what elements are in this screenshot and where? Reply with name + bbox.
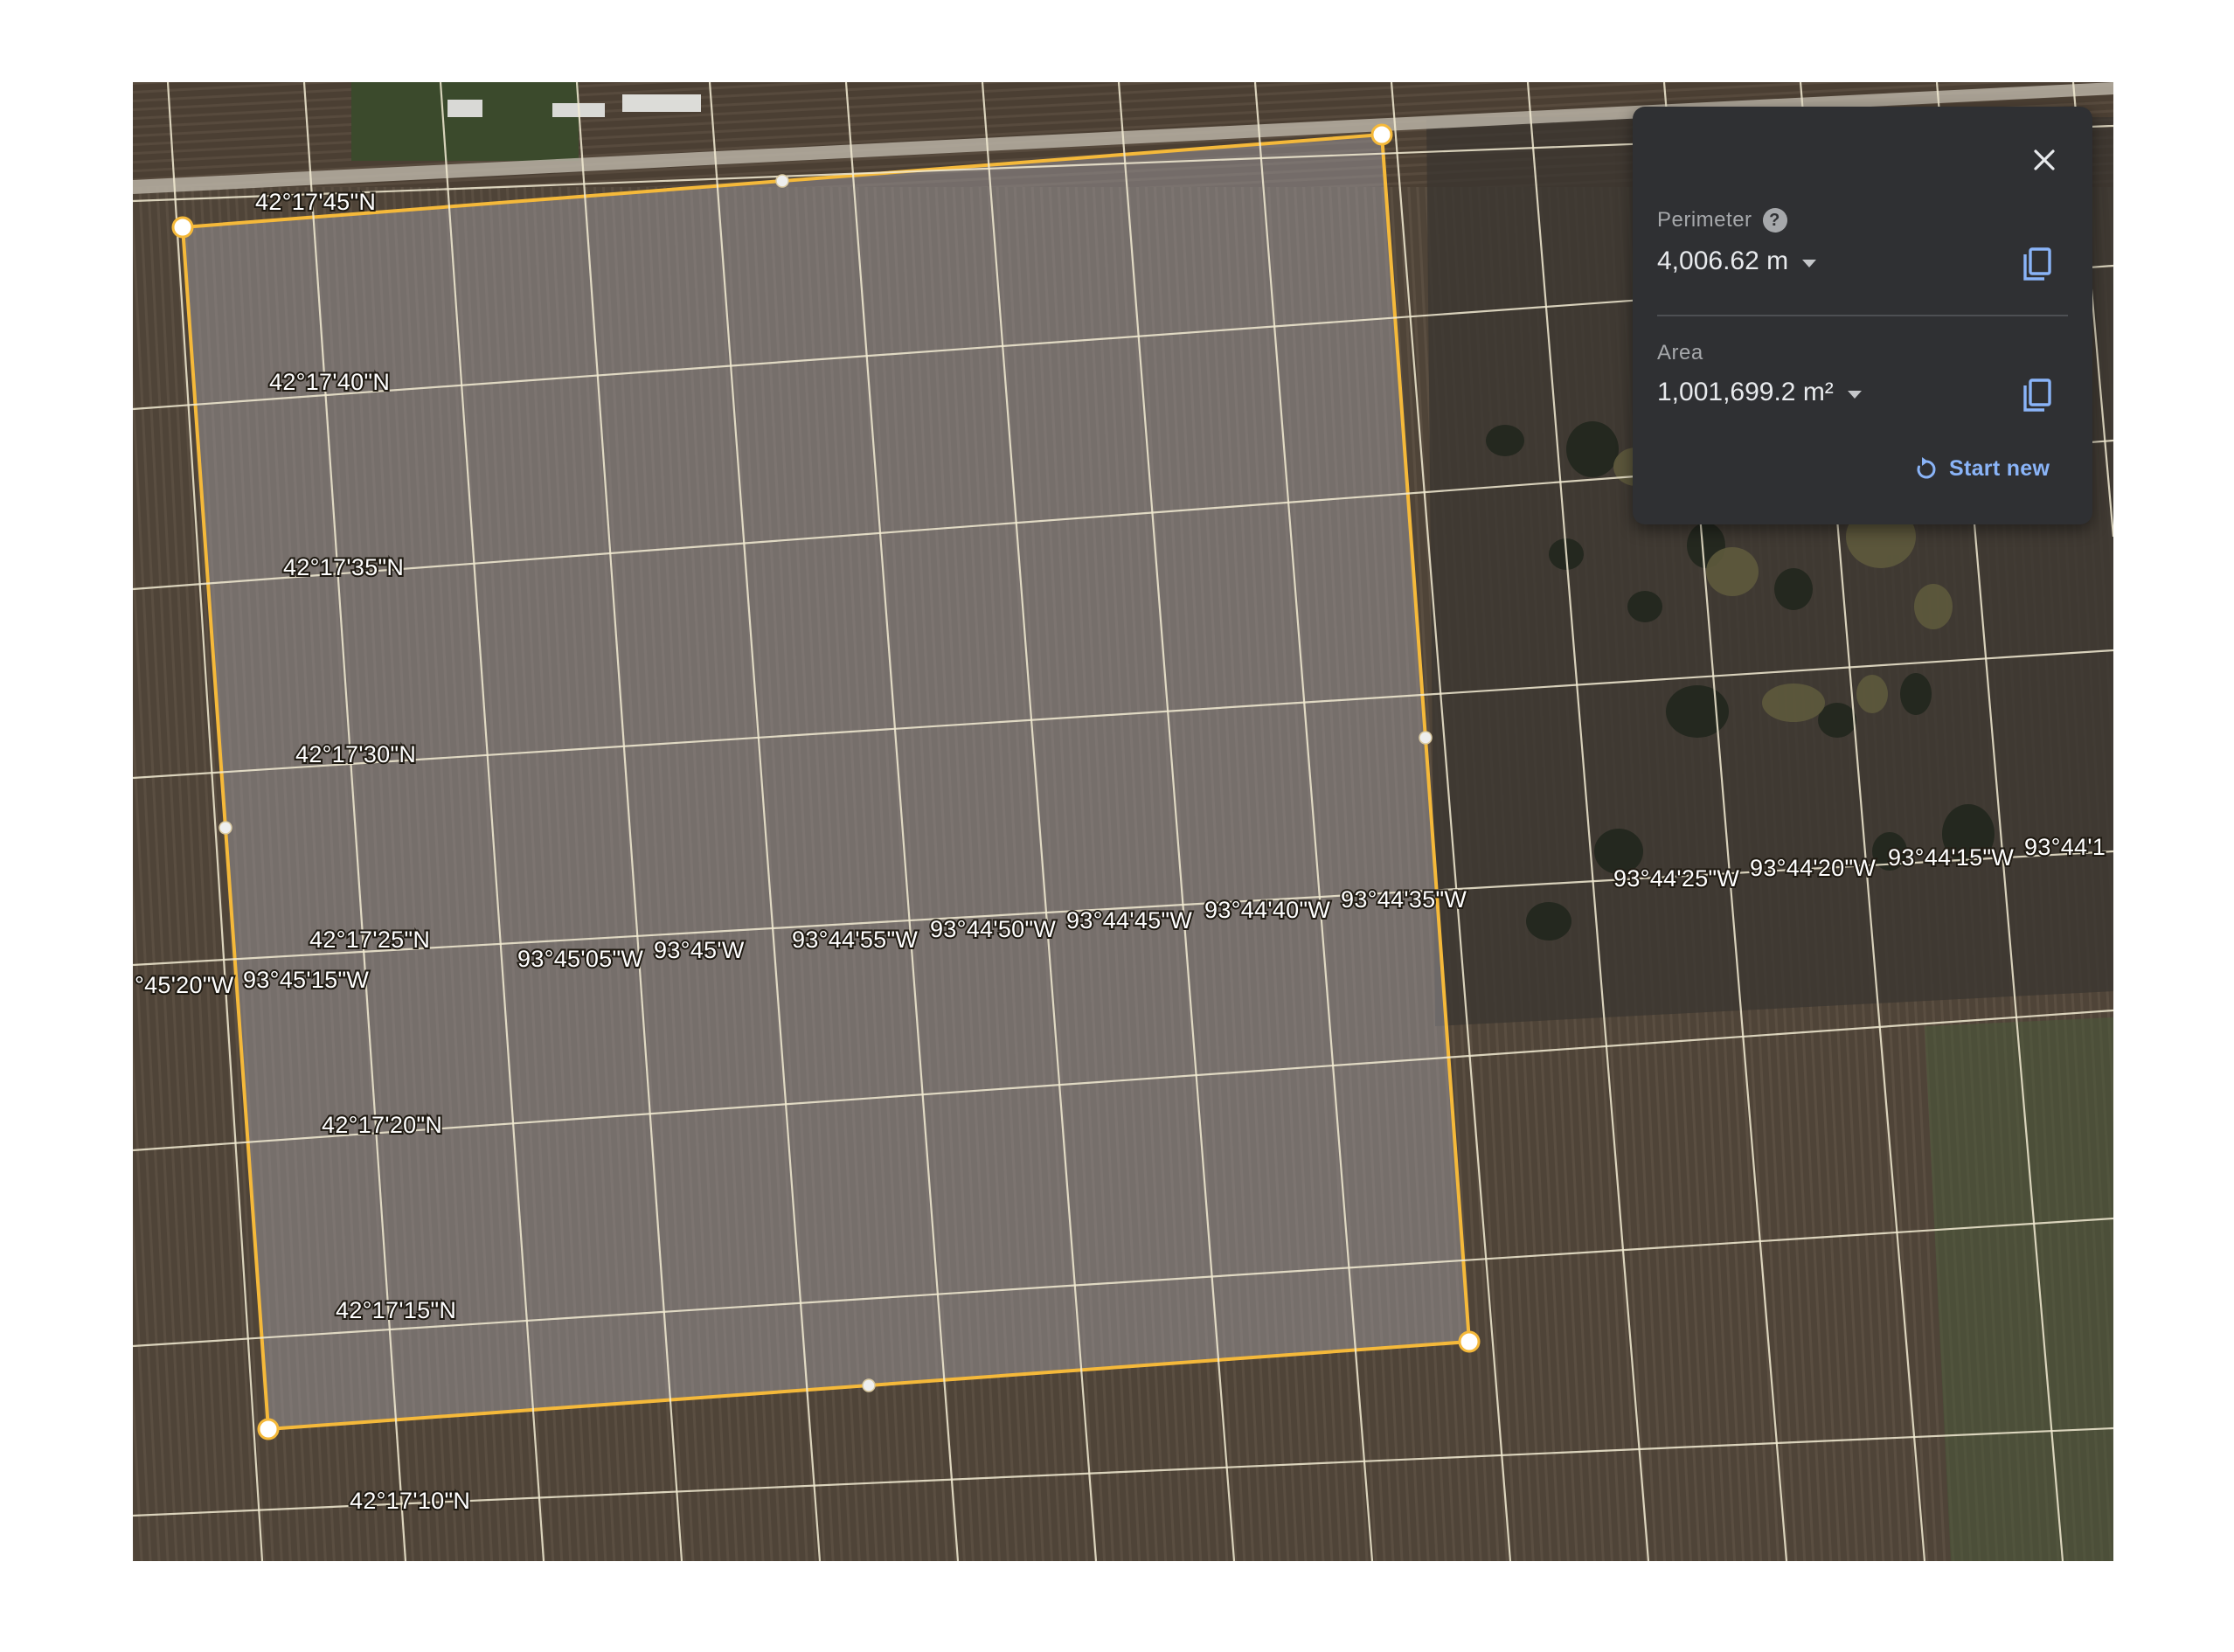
lat-label: 42°17'45"N <box>255 189 376 215</box>
lng-label: 93°44'35"W <box>1341 886 1467 913</box>
start-new-label: Start new <box>1949 456 2050 481</box>
lng-label: 93°45'05"W <box>517 946 643 972</box>
close-icon <box>2034 149 2055 170</box>
perimeter-value: 4,006.62 m <box>1657 246 1789 275</box>
lng-label: 93°44'15"W <box>1888 844 2014 871</box>
lng-label: 93°44'20"W <box>1750 855 1876 881</box>
copy-icon <box>2023 378 2051 412</box>
polygon-midpoint[interactable] <box>862 1378 876 1392</box>
refresh-icon <box>1917 456 1936 478</box>
lat-label: 42°17'10"N <box>350 1488 470 1514</box>
lat-label: 42°17'40"N <box>269 369 390 395</box>
area-label-row: Area <box>1657 341 1703 365</box>
lat-label: 42°17'35"N <box>283 554 404 580</box>
lng-label: 93°44'1 <box>2024 834 2106 860</box>
lng-label: 93°45'15"W <box>243 967 369 993</box>
perimeter-unit-dropdown[interactable]: 4,006.62 m <box>1657 246 1817 276</box>
polygon-vertex[interactable] <box>257 1418 280 1440</box>
lng-label: 93°44'50"W <box>930 916 1056 942</box>
perimeter-label-row: Perimeter ? <box>1657 208 1787 233</box>
copy-area-button[interactable] <box>2014 374 2059 420</box>
lng-label: °45'20"W <box>135 972 234 998</box>
help-icon[interactable]: ? <box>1762 208 1787 233</box>
farm-building <box>447 100 482 117</box>
polygon-vertex[interactable] <box>1370 123 1393 146</box>
polygon-midpoint[interactable] <box>219 821 232 835</box>
copy-perimeter-button[interactable] <box>2014 243 2059 288</box>
perimeter-label: Perimeter <box>1657 208 1752 232</box>
polygon-vertex[interactable] <box>1458 1330 1481 1353</box>
lng-label: 93°45'W <box>654 937 745 963</box>
measure-distance-panel: Perimeter ? 4,006.62 m Area 1,001,699.2 … <box>1633 107 2092 524</box>
lng-label: 93°44'45"W <box>1066 907 1192 934</box>
copy-icon <box>2023 247 2051 281</box>
green-crop-strip <box>1925 1017 2113 1561</box>
lat-label: 42°17'30"N <box>295 741 416 767</box>
caret-down-icon <box>1847 390 1862 399</box>
lng-label: 93°44'40"W <box>1204 897 1330 923</box>
farmstead-yard <box>351 82 579 161</box>
caret-down-icon <box>1802 259 1817 267</box>
divider <box>1657 315 2068 316</box>
area-unit-dropdown[interactable]: 1,001,699.2 m² <box>1657 378 1862 407</box>
lat-label: 42°17'25"N <box>309 927 430 953</box>
start-new-button[interactable]: Start new <box>1914 456 2050 482</box>
lng-label: 93°44'25"W <box>1613 865 1739 892</box>
farm-building <box>622 94 701 112</box>
lng-label: 93°44'55"W <box>792 927 918 953</box>
lat-label: 42°17'15"N <box>336 1297 456 1323</box>
lat-label: 42°17'20"N <box>322 1112 442 1138</box>
polygon-vertex[interactable] <box>171 216 194 239</box>
area-value: 1,001,699.2 m² <box>1657 378 1834 406</box>
area-label: Area <box>1657 341 1703 364</box>
polygon-midpoint[interactable] <box>775 174 789 188</box>
measured-area-fill[interactable] <box>183 135 1469 1429</box>
close-button[interactable] <box>2019 135 2070 185</box>
polygon-midpoint[interactable] <box>1419 731 1433 745</box>
